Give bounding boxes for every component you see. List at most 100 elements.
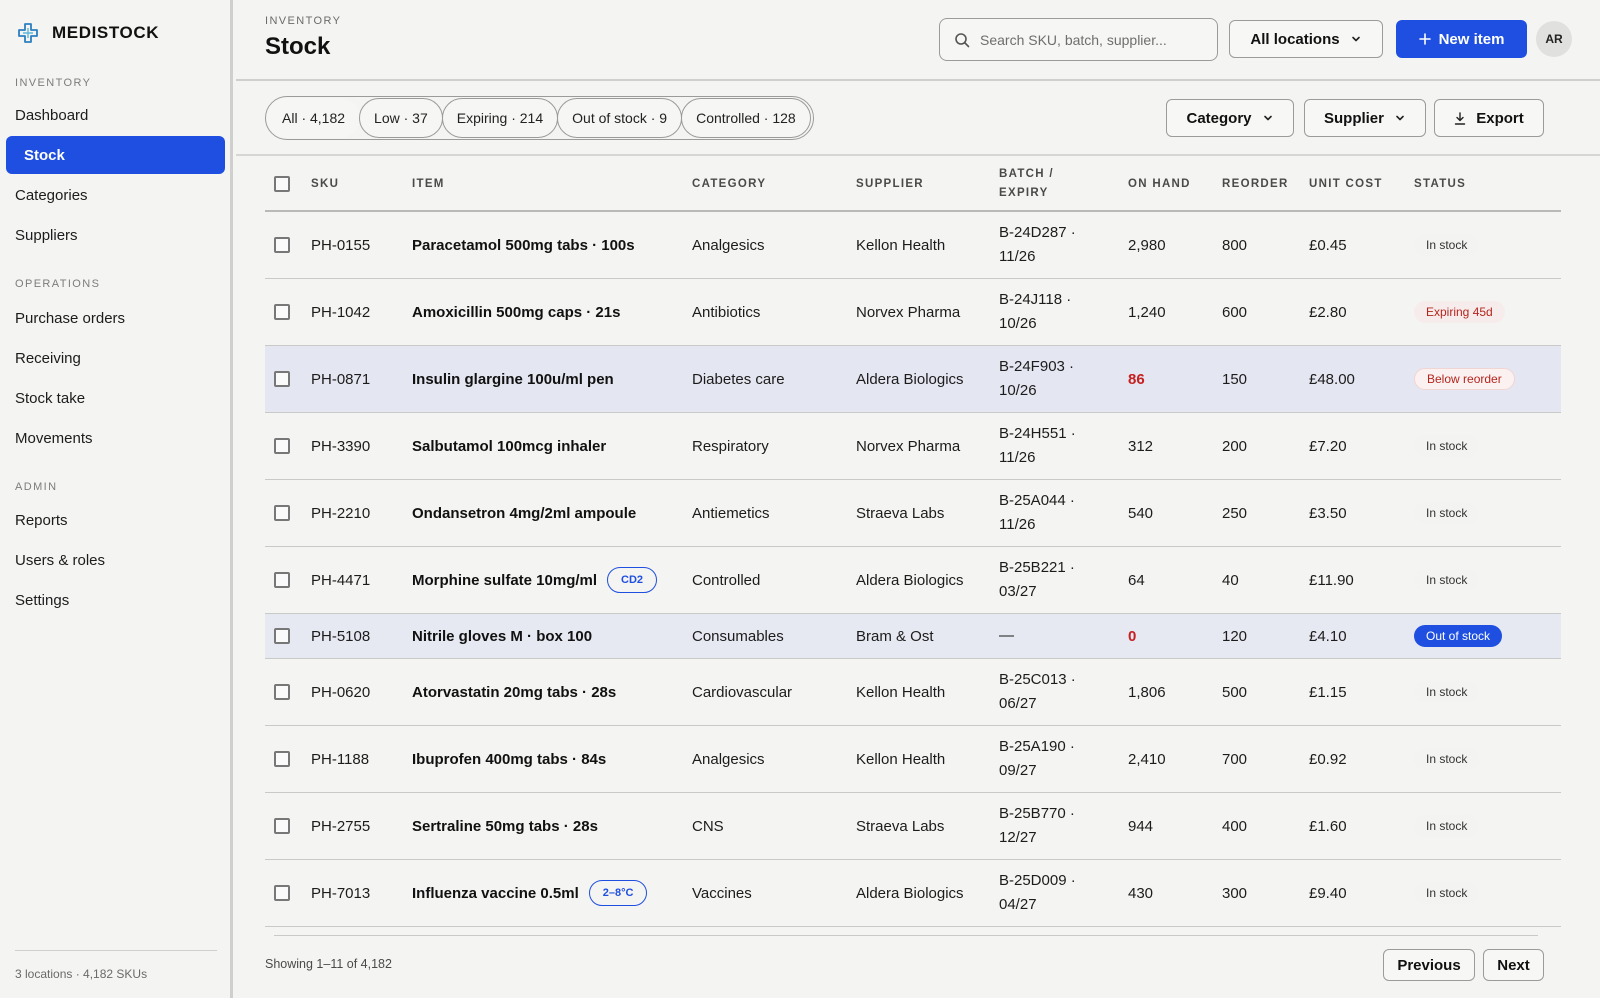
supplier-filter-dropdown[interactable]: Supplier — [1304, 99, 1426, 137]
brand[interactable]: MEDISTOCK — [16, 21, 159, 45]
category-filter-dropdown[interactable]: Category — [1166, 99, 1294, 137]
plus-icon — [1418, 33, 1431, 45]
sidebar-item-purchase-orders[interactable]: Purchase orders — [6, 299, 225, 337]
supplier-value: Aldera Biologics — [856, 370, 964, 388]
item-name[interactable]: Atorvastatin 20mg tabs · 28s — [412, 684, 616, 701]
row-checkbox[interactable] — [274, 885, 290, 901]
table-row[interactable]: PH-7013 Influenza vaccine 0.5ml 2–8°C Vacci… — [265, 860, 1561, 927]
sidebar-footer-summary: 3 locations · 4,182 SKUs — [15, 967, 148, 981]
column-header-sku[interactable]: SKU — [311, 156, 339, 212]
column-header-reorder[interactable]: REORDER — [1222, 156, 1289, 212]
sidebar-item-categories[interactable]: Categories — [6, 176, 225, 214]
supplier-value: Straeva Labs — [856, 504, 945, 522]
sidebar-item-reports[interactable]: Reports — [6, 501, 225, 539]
status-badge: In stock — [1414, 569, 1480, 591]
user-avatar[interactable]: AR — [1536, 21, 1572, 57]
category-value: Antiemetics — [692, 504, 770, 522]
item-name[interactable]: Ibuprofen 400mg tabs · 84s — [412, 751, 606, 768]
row-checkbox[interactable] — [274, 304, 290, 320]
filter-pill-low[interactable]: Low · 37 — [359, 98, 443, 138]
row-checkbox[interactable] — [274, 438, 290, 454]
column-header-unit-cost[interactable]: UNIT COST — [1309, 156, 1383, 212]
search-input[interactable] — [980, 31, 1200, 48]
cell-batch: B-25C013 · 06/27 — [999, 659, 1076, 725]
table-row[interactable]: PH-1188 Ibuprofen 400mg tabs · 84s Analges… — [265, 726, 1561, 793]
item-name[interactable]: Influenza vaccine 0.5ml — [412, 885, 579, 902]
select-all-checkbox[interactable] — [274, 176, 290, 192]
supplier-value: Kellon Health — [856, 683, 946, 701]
item-name[interactable]: Amoxicillin 500mg caps · 21s — [412, 304, 620, 321]
row-checkbox[interactable] — [274, 818, 290, 834]
row-checkbox[interactable] — [274, 751, 290, 767]
item-name[interactable]: Nitrile gloves M · box 100 — [412, 628, 592, 645]
filter-pill-all[interactable]: All · 4,182 — [267, 98, 361, 138]
row-checkbox[interactable] — [274, 237, 290, 253]
sidebar-item-dashboard[interactable]: Dashboard — [6, 96, 225, 134]
page-title: Stock — [265, 33, 331, 60]
cell-reorder: 600 — [1222, 279, 1247, 345]
sidebar-item-receiving[interactable]: Receiving — [6, 339, 225, 377]
item-name[interactable]: Sertraline 50mg tabs · 28s — [412, 818, 598, 835]
table-row[interactable]: PH-0155 Paracetamol 500mg tabs · 100s Anal… — [265, 212, 1561, 279]
status-badge: In stock — [1414, 435, 1480, 457]
cell-reorder: 150 — [1222, 346, 1247, 412]
sidebar-item-stock[interactable]: Stock — [6, 136, 225, 174]
status-badge: In stock — [1414, 748, 1480, 770]
new-item-button[interactable]: New item — [1396, 20, 1527, 58]
sidebar-item-suppliers[interactable]: Suppliers — [6, 216, 225, 254]
filter-pill-out-of-stock[interactable]: Out of stock · 9 — [557, 98, 683, 138]
location-dropdown[interactable]: All locations — [1229, 20, 1383, 58]
cell-item: Ibuprofen 400mg tabs · 84s — [412, 726, 606, 792]
table-row[interactable]: PH-0620 Atorvastatin 20mg tabs · 28s Cardi… — [265, 659, 1561, 726]
column-header-supplier[interactable]: SUPPLIER — [856, 156, 924, 212]
previous-page-button[interactable]: Previous — [1383, 949, 1475, 981]
sidebar-item-movements[interactable]: Movements — [6, 419, 225, 457]
item-name[interactable]: Insulin glargine 100u/ml pen — [412, 371, 614, 388]
row-select-cell — [274, 413, 290, 479]
cell-unit-cost: £9.40 — [1309, 860, 1347, 926]
cell-item: Atorvastatin 20mg tabs · 28s — [412, 659, 616, 725]
batch-number: B-24J118 · — [999, 291, 1072, 308]
row-checkbox[interactable] — [274, 684, 290, 700]
column-header-status[interactable]: STATUS — [1414, 156, 1466, 212]
table-row[interactable]: PH-4471 Morphine sulfate 10mg/ml CD2 Contro… — [265, 547, 1561, 614]
sidebar-item-users-roles[interactable]: Users & roles — [6, 541, 225, 579]
sidebar-item-settings[interactable]: Settings — [6, 581, 225, 619]
table-row[interactable]: PH-0871 Insulin glargine 100u/ml pen Diabe… — [265, 346, 1561, 413]
row-checkbox[interactable] — [274, 371, 290, 387]
filter-pill-controlled[interactable]: Controlled · 128 — [681, 98, 811, 138]
search-box[interactable] — [939, 18, 1218, 61]
sidebar-item-stock-take[interactable]: Stock take — [6, 379, 225, 417]
cell-batch: B-25D009 · 04/27 — [999, 860, 1076, 926]
item-name[interactable]: Ondansetron 4mg/2ml ampoule — [412, 505, 636, 522]
cell-item: Nitrile gloves M · box 100 — [412, 614, 592, 658]
item-name[interactable]: Morphine sulfate 10mg/ml — [412, 572, 597, 589]
supplier-value: Aldera Biologics — [856, 571, 964, 589]
unit-cost-value: £4.10 — [1309, 627, 1347, 645]
column-header-item[interactable]: ITEM — [412, 156, 445, 212]
row-checkbox[interactable] — [274, 572, 290, 588]
column-header-category[interactable]: CATEGORY — [692, 156, 766, 212]
cell-category: Antiemetics — [692, 480, 770, 546]
cell-unit-cost: £11.90 — [1309, 547, 1354, 613]
expiry-date: 04/27 — [999, 896, 1037, 913]
column-header-batch-expiry[interactable]: BATCH / EXPIRY — [999, 156, 1054, 212]
batch-number: — — [999, 627, 1014, 644]
item-name[interactable]: Salbutamol 100mcg inhaler — [412, 438, 606, 455]
table-row[interactable]: PH-2755 Sertraline 50mg tabs · 28s CNS Stra… — [265, 793, 1561, 860]
table-row[interactable]: PH-3390 Salbutamol 100mcg inhaler Respirat… — [265, 413, 1561, 480]
filter-pill-expiring[interactable]: Expiring · 214 — [441, 98, 559, 138]
sidebar-divider — [15, 950, 217, 951]
item-name[interactable]: Paracetamol 500mg tabs · 100s — [412, 237, 635, 254]
table-row[interactable]: PH-1042 Amoxicillin 500mg caps · 21s Antib… — [265, 279, 1561, 346]
export-button[interactable]: Export — [1434, 99, 1544, 137]
table-row[interactable]: PH-2210 Ondansetron 4mg/2ml ampoule Antiem… — [265, 480, 1561, 547]
table-row[interactable]: PH-5108 Nitrile gloves M · box 100 Consuma… — [265, 614, 1561, 659]
column-header-on-hand[interactable]: ON HAND — [1128, 156, 1191, 212]
row-checkbox[interactable] — [274, 628, 290, 644]
next-page-button[interactable]: Next — [1483, 949, 1544, 981]
row-select-cell — [274, 860, 290, 926]
brand-name: MEDISTOCK — [52, 23, 160, 42]
reorder-value: 800 — [1222, 236, 1248, 254]
row-checkbox[interactable] — [274, 505, 290, 521]
